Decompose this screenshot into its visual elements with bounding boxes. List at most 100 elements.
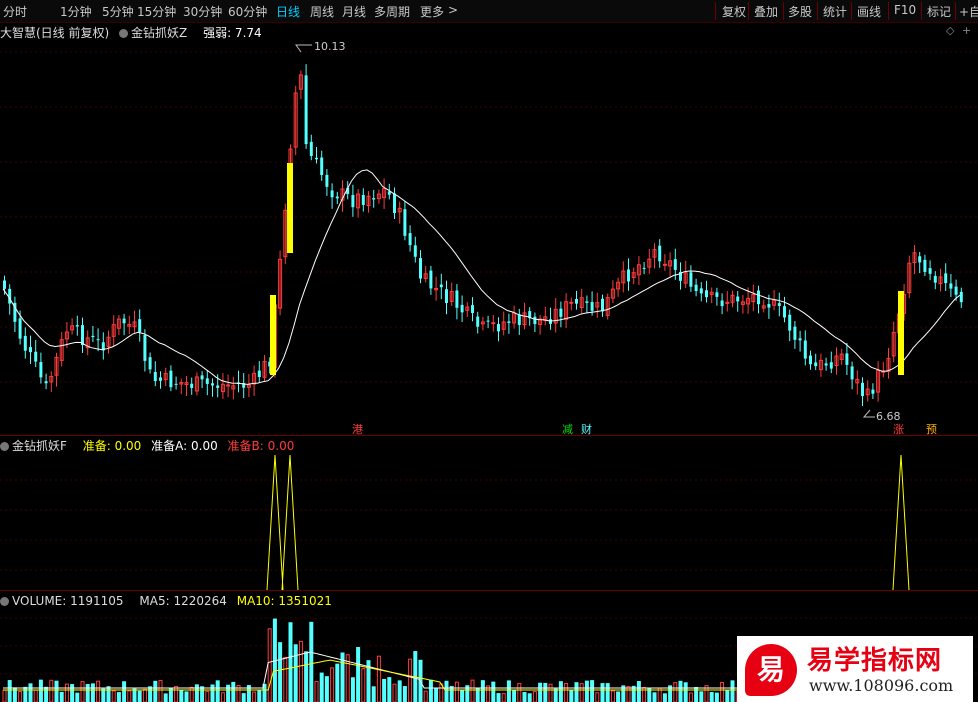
volume-bar: [220, 692, 225, 702]
volume-bar: [714, 692, 719, 702]
ready-b-value: 准备B: 0.00: [227, 439, 295, 453]
candle-body: [81, 325, 84, 346]
signal-bar: [270, 295, 276, 375]
volume-panel-header: VOLUME: 1191105 MA5: 1220264 MA10: 13510…: [0, 594, 338, 608]
volume-bar: [558, 681, 563, 702]
candle-body: [455, 290, 459, 308]
volume-bar: [470, 679, 475, 702]
volume-bar: [215, 680, 220, 702]
watermark-logo: 易 易学指标网 www.108096.com: [737, 636, 973, 702]
candle-body: [585, 301, 589, 303]
candle-body: [871, 389, 875, 394]
volume-bar: [678, 680, 683, 702]
candle-body: [325, 174, 329, 187]
volume-bar: [376, 655, 381, 702]
volume-bar: [699, 691, 704, 702]
volume-bar: [434, 688, 439, 702]
candle-body: [122, 318, 126, 324]
volume-toggle[interactable]: VOLUME: 1191105: [0, 594, 130, 608]
volume-bar: [590, 680, 595, 702]
volume-bar: [200, 686, 205, 702]
candle-body: [569, 301, 574, 304]
volume-bar: [54, 680, 59, 702]
candle-body: [642, 267, 646, 269]
candle-body: [829, 362, 833, 369]
candle-body: [44, 381, 48, 384]
candle-body: [699, 288, 703, 294]
volume-bar: [491, 681, 496, 702]
volume-bar: [179, 690, 184, 702]
volume-bar: [616, 691, 621, 702]
candle-body: [330, 190, 334, 198]
volume-bar: [361, 668, 366, 702]
moving-average-line: [2, 169, 961, 385]
candle-body: [918, 256, 922, 263]
candle-body: [18, 318, 22, 339]
volume-bar: [283, 656, 288, 702]
volume-bar: [496, 693, 501, 702]
sub-indicator-name: 金钻抓妖F: [12, 439, 67, 453]
volume-bar: [397, 680, 402, 702]
volume-bar: [257, 689, 262, 702]
candle-body: [601, 298, 604, 312]
volume-bar: [231, 681, 236, 702]
candle-body: [200, 375, 204, 380]
volume-bar: [506, 680, 511, 702]
candle-body: [788, 314, 792, 331]
volume-bar: [553, 688, 558, 702]
candle-body: [216, 385, 220, 388]
candle-body: [29, 347, 32, 353]
candle-body: [861, 382, 864, 396]
volume-bar: [38, 679, 43, 702]
sub-indicator-toggle[interactable]: 金钻抓妖F: [0, 439, 73, 453]
candle-body: [850, 366, 854, 380]
volume-bar: [80, 681, 85, 702]
logo-title: 易学指标网: [807, 646, 943, 676]
volume-bar: [382, 678, 387, 702]
candle-body: [575, 299, 578, 304]
logo-mark: 易: [745, 644, 797, 696]
candle-body: [757, 290, 760, 305]
volume-bar: [730, 680, 735, 702]
candle-body: [445, 289, 448, 303]
volume-bar: [673, 682, 678, 702]
candle-body: [320, 157, 324, 175]
volume-bar: [267, 628, 272, 702]
candle-body: [403, 209, 407, 236]
volume-bar: [564, 683, 569, 702]
candle-body: [559, 308, 563, 317]
volume-bar: [241, 693, 246, 702]
volume-bar: [428, 679, 433, 702]
candle-body: [75, 325, 79, 327]
candle-body: [803, 340, 807, 359]
candle-body: [91, 335, 95, 338]
candle-body: [627, 269, 630, 282]
volume-bar: [569, 689, 574, 702]
candle-body: [413, 245, 417, 257]
volume-bar: [75, 692, 80, 702]
logo-url: www.108096.com: [809, 676, 954, 695]
candle-body: [507, 321, 511, 323]
volume-bar: [278, 642, 283, 702]
candle-body: [662, 263, 667, 266]
volume-bar: [288, 622, 293, 702]
high-pointer: [295, 44, 312, 53]
candle-body: [439, 284, 443, 288]
volume-bar: [163, 693, 168, 702]
volume-bar: [512, 690, 517, 702]
candle-body: [777, 303, 781, 306]
panel-divider: [0, 435, 978, 436]
candle-body: [933, 275, 937, 283]
signal-bars: [270, 163, 904, 375]
volume-bar: [174, 685, 179, 702]
volume-bar: [574, 682, 579, 702]
volume-bar: [96, 680, 101, 702]
candle-body: [923, 259, 927, 272]
volume-bar: [18, 691, 23, 702]
volume-bar: [652, 692, 657, 702]
volume-bar: [647, 688, 652, 702]
volume-bar: [90, 683, 95, 702]
volume-bar: [49, 679, 54, 702]
candle-body: [715, 292, 719, 297]
volume-bar: [356, 646, 361, 702]
